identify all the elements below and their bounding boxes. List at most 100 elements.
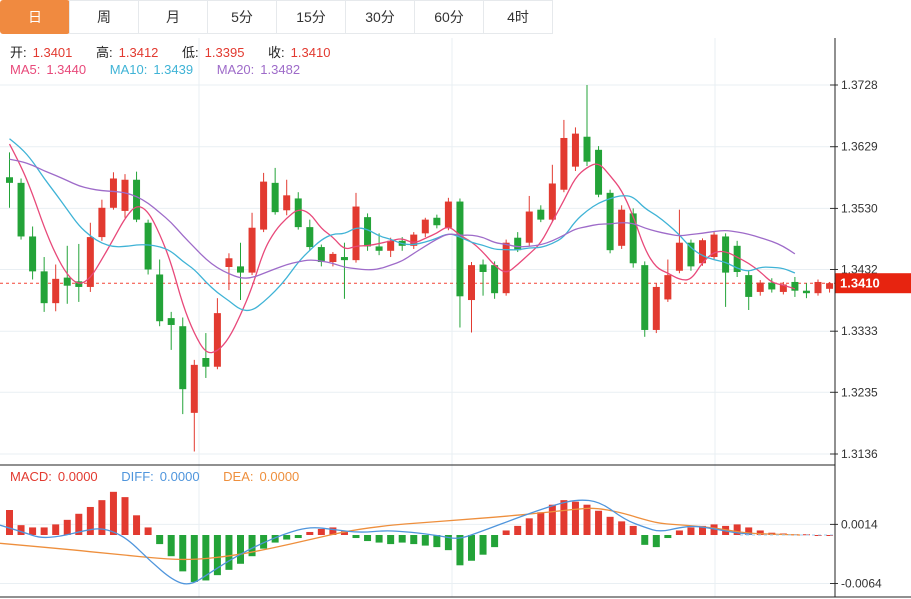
- candle: [64, 278, 71, 286]
- chart-canvas[interactable]: 1.37281.36291.35301.34321.33331.32351.31…: [0, 0, 911, 599]
- candle: [214, 313, 221, 367]
- candle: [283, 195, 290, 210]
- candle: [826, 283, 833, 289]
- macd-bar: [353, 535, 360, 538]
- price-tick-label: 1.3629: [841, 140, 878, 154]
- macd-bar: [145, 527, 152, 535]
- candle: [468, 265, 475, 300]
- candle: [387, 241, 394, 251]
- tab-day[interactable]: 日: [0, 0, 70, 34]
- macd-bar: [456, 535, 463, 565]
- candle: [480, 265, 487, 272]
- tab-60min[interactable]: 60分: [414, 0, 484, 34]
- macd-tick-label: -0.0064: [841, 576, 882, 590]
- candle: [329, 254, 336, 262]
- candle: [237, 266, 244, 272]
- candle: [757, 283, 764, 292]
- macd-bar: [514, 526, 521, 535]
- tab-month[interactable]: 月: [138, 0, 208, 34]
- tab-4hour[interactable]: 4时: [483, 0, 553, 34]
- price-tick-label: 1.3728: [841, 78, 878, 92]
- candle: [687, 243, 694, 267]
- candle: [584, 137, 591, 162]
- candle: [422, 220, 429, 234]
- candle: [145, 223, 152, 270]
- price-tick-label: 1.3530: [841, 201, 878, 215]
- macd-bar: [584, 505, 591, 535]
- macd-bar: [537, 512, 544, 535]
- macd-bar: [399, 535, 406, 543]
- candle: [537, 210, 544, 220]
- candle: [318, 247, 325, 262]
- macd-bar: [491, 535, 498, 547]
- macd-bar: [607, 517, 614, 535]
- macd-bar: [168, 535, 175, 556]
- candle: [18, 183, 25, 237]
- trading-chart-app: 日周月5分15分30分60分4时 1.37281.36291.35301.343…: [0, 0, 911, 599]
- macd-bar: [376, 535, 383, 543]
- candle: [653, 287, 660, 330]
- tab-30min[interactable]: 30分: [345, 0, 415, 34]
- macd-tick-label: 0.0014: [841, 517, 878, 531]
- macd-bar: [41, 527, 48, 535]
- candle: [6, 177, 13, 183]
- macd-bar: [122, 497, 129, 535]
- candle: [526, 212, 533, 243]
- macd-bar: [318, 529, 325, 535]
- candle: [341, 257, 348, 260]
- candle: [595, 150, 602, 195]
- macd-bar: [503, 530, 510, 535]
- tab-15min[interactable]: 15分: [276, 0, 346, 34]
- candle: [353, 207, 360, 261]
- macd-bar: [653, 535, 660, 547]
- candle: [156, 274, 163, 321]
- current-price-tag-label: 1.3410: [840, 276, 880, 291]
- candle: [133, 180, 140, 220]
- macd-bar: [364, 535, 371, 541]
- macd-bar: [664, 535, 671, 538]
- candle: [664, 275, 671, 299]
- candle: [433, 218, 440, 225]
- macd-bar: [480, 535, 487, 555]
- candle: [168, 318, 175, 325]
- candle: [791, 282, 798, 291]
- macd-bar: [595, 511, 602, 535]
- candle: [306, 227, 313, 247]
- macd-bar: [468, 535, 475, 561]
- candle: [456, 202, 463, 297]
- macd-bar: [433, 535, 440, 547]
- tab-5min[interactable]: 5分: [207, 0, 277, 34]
- macd-bar: [87, 507, 94, 535]
- macd-bar: [641, 535, 648, 545]
- price-tick-label: 1.3136: [841, 447, 878, 461]
- ma10-line: [10, 139, 795, 311]
- candle: [29, 236, 36, 271]
- candle: [98, 208, 105, 237]
- candle: [41, 271, 48, 303]
- candle: [491, 265, 498, 293]
- candle: [202, 358, 209, 367]
- macd-bar: [676, 530, 683, 535]
- candle: [249, 228, 256, 273]
- candle: [225, 258, 232, 267]
- macd-bar: [526, 518, 533, 535]
- candle: [560, 138, 567, 190]
- candle: [803, 291, 810, 293]
- candle: [618, 210, 625, 246]
- macd-bar: [179, 535, 186, 571]
- candle: [768, 283, 775, 290]
- candle: [549, 183, 556, 219]
- candle: [572, 134, 579, 167]
- candle: [815, 282, 822, 293]
- macd-bar: [29, 527, 36, 535]
- macd-bar: [618, 521, 625, 535]
- candle: [295, 198, 302, 227]
- tab-week[interactable]: 周: [69, 0, 139, 34]
- macd-bar: [64, 520, 71, 535]
- macd-bar: [237, 535, 244, 564]
- candle: [745, 275, 752, 297]
- macd-bar: [306, 532, 313, 535]
- macd-bar: [560, 500, 567, 535]
- macd-bar: [156, 535, 163, 544]
- macd-bar: [18, 525, 25, 535]
